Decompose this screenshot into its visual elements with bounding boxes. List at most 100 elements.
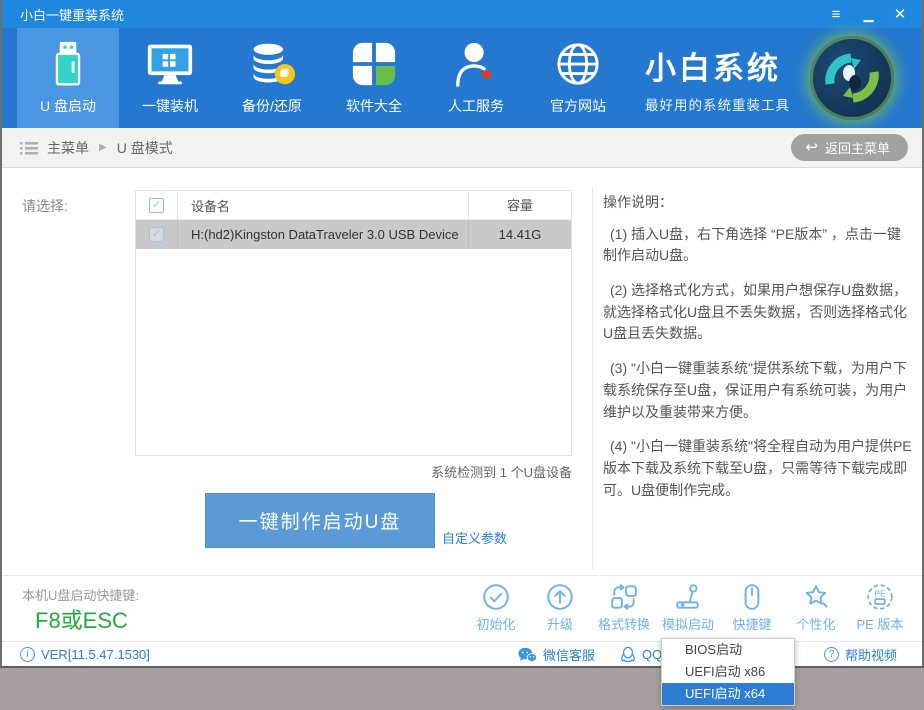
row-checkbox-cell: ✓ (136, 220, 178, 249)
wechat-support-link[interactable]: 微信客服 (518, 642, 595, 667)
menu-icon[interactable]: ≡ (828, 7, 844, 22)
svg-text:PE: PE (874, 588, 886, 598)
device-checkbox[interactable]: ✓ (149, 227, 164, 242)
boot-mode-popup: BIOS启动 UEFI启动 x86 UEFI启动 x64 (661, 638, 795, 706)
convert-icon (609, 582, 639, 612)
nav-item-software[interactable]: 软件大全 (323, 28, 425, 128)
main-content: 请选择: ✓ 设备名 容量 ✓ H:(hd2)Kingston DataTrav… (2, 168, 922, 575)
breadcrumb-current: U 盘模式 (117, 138, 173, 158)
usb-drive-icon (44, 40, 92, 88)
joystick-icon (673, 582, 703, 612)
tool-upgrade[interactable]: 升级 (532, 582, 588, 633)
tools-row: 初始化 升级 (468, 582, 908, 633)
breadcrumb-bar: 主菜单 ▶ U 盘模式 ↩ 返回主菜单 (2, 128, 922, 168)
device-table-header: ✓ 设备名 容量 (136, 191, 571, 220)
person-heart-icon (452, 40, 500, 88)
instruction-step: (1) 插入U盘，右下角选择 “PE版本” ，点击一键制作启动U盘。 (603, 224, 912, 267)
nav-label: 软件大全 (346, 96, 402, 116)
close-icon[interactable]: ✕ (892, 7, 908, 22)
screen: 小白一键重装系统 ≡ ▁ ✕ U 盘启动 (0, 0, 924, 710)
nav-label: 一键装机 (142, 96, 198, 116)
instruction-step: (3) "小白一键重装系统"提供系统下载，为用户下载系统保存至U盘，保证用户有系… (603, 358, 912, 423)
help-video-link[interactable]: ? 帮助视频 (824, 642, 897, 667)
popup-item-uefi-x64[interactable]: UEFI启动 x64 (662, 683, 794, 705)
nav-label: 人工服务 (448, 96, 504, 116)
up-arrow-circle-icon (545, 582, 575, 612)
nav-label: 备份/还原 (242, 96, 302, 116)
hotkey-value: F8或ESC (35, 603, 128, 635)
window-title: 小白一键重装系统 (20, 5, 124, 24)
app-window: 小白一键重装系统 ≡ ▁ ✕ U 盘启动 (0, 0, 924, 668)
tool-label: 初始化 (476, 614, 515, 633)
popup-item-bios[interactable]: BIOS启动 (662, 639, 794, 661)
version-info: i VER[11.5.47.1530] (20, 642, 150, 667)
tool-simulate-boot[interactable]: 模拟启动 (660, 582, 716, 633)
tool-label: 格式转换 (598, 614, 650, 633)
tool-label: 快捷键 (732, 614, 771, 633)
device-name-cell: H:(hd2)Kingston DataTraveler 3.0 USB Dev… (178, 227, 468, 242)
instruction-step: (4) "小白一键重装系统"将全程自动为用户提供PE版本下载及系统下载至U盘，只… (603, 436, 912, 501)
monitor-icon (146, 40, 194, 88)
tool-hotkey[interactable]: 快捷键 (724, 582, 780, 633)
tool-personalize[interactable]: 个性化 (788, 582, 844, 633)
check-circle-icon (481, 582, 511, 612)
tool-format-convert[interactable]: 格式转换 (596, 582, 652, 633)
qq-label: QQ (642, 647, 662, 662)
database-icon (248, 40, 296, 88)
bottom-toolbar: 本机U盘启动快捷键: F8或ESC 初始化 (2, 575, 922, 641)
nav-label: U 盘启动 (40, 96, 96, 116)
back-arrow-icon: ↩ (805, 140, 818, 155)
tool-label: 模拟启动 (662, 614, 714, 633)
device-table-row[interactable]: ✓ H:(hd2)Kingston DataTraveler 3.0 USB D… (136, 220, 571, 249)
make-boot-usb-button[interactable]: 一键制作启动U盘 (205, 493, 435, 548)
back-button-label: 返回主菜单 (825, 138, 890, 157)
titlebar: 小白一键重装系统 ≡ ▁ ✕ (2, 0, 922, 28)
select-all-checkbox[interactable]: ✓ (149, 198, 164, 213)
nav-item-support[interactable]: 人工服务 (425, 28, 527, 128)
nav-item-install[interactable]: 一键装机 (119, 28, 221, 128)
chevron-right-icon: ▶ (99, 142, 107, 153)
brand-logo-icon (810, 36, 894, 120)
wechat-icon (518, 647, 537, 663)
instruction-step: (2) 选择格式化方式，如果用户想保存U盘数据，就选择格式化U盘且不丢失数据，否… (603, 280, 912, 345)
help-label: 帮助视频 (845, 645, 897, 664)
usb-detect-status: 系统检测到 1 个U盘设备 (302, 462, 572, 481)
question-icon: ? (824, 647, 839, 662)
list-icon (20, 141, 38, 155)
version-text: VER[11.5.47.1530] (41, 647, 150, 662)
tool-pe-version[interactable]: PE PE 版本 (852, 582, 908, 633)
instructions-panel: 操作说明： (1) 插入U盘，右下角选择 “PE版本” ，点击一键制作启动U盘。… (603, 192, 912, 514)
tool-initialize[interactable]: 初始化 (468, 582, 524, 633)
device-name-header: 设备名 (178, 196, 468, 215)
info-icon: i (20, 647, 35, 662)
custom-params-link[interactable]: 自定义参数 (442, 528, 507, 547)
minimize-icon[interactable]: ▁ (860, 8, 876, 21)
nav-item-website[interactable]: 官方网站 (527, 28, 629, 128)
select-label: 请选择: (22, 196, 68, 216)
popup-item-uefi-x86[interactable]: UEFI启动 x86 (662, 661, 794, 683)
instructions-title: 操作说明： (603, 192, 912, 214)
qq-icon (620, 646, 636, 664)
section-divider (592, 186, 593, 570)
pe-badge-icon: PE (865, 582, 895, 612)
device-table: ✓ 设备名 容量 ✓ H:(hd2)Kingston DataTraveler … (135, 190, 572, 456)
nav-item-backup-restore[interactable]: 备份/还原 (221, 28, 323, 128)
tool-label: 个性化 (796, 614, 835, 633)
back-to-main-button[interactable]: ↩ 返回主菜单 (791, 134, 908, 161)
capacity-cell: 14.41G (468, 220, 571, 249)
brand-name: 小白系统 (645, 43, 781, 88)
globe-icon (554, 40, 602, 88)
capacity-header: 容量 (468, 191, 571, 219)
wechat-label: 微信客服 (543, 645, 595, 664)
nav-item-usb-boot[interactable]: U 盘启动 (17, 28, 119, 128)
qq-support-link[interactable]: QQ (620, 642, 662, 667)
brand-slogan: 最好用的系统重装工具 (645, 94, 790, 114)
breadcrumb-root[interactable]: 主菜单 (47, 138, 89, 158)
mouse-icon (737, 582, 767, 612)
tool-label: 升级 (547, 614, 573, 633)
nav-label: 官方网站 (550, 96, 606, 116)
header-checkbox-cell: ✓ (136, 191, 178, 219)
window-controls: ≡ ▁ ✕ (828, 7, 908, 22)
brand-block: 小白系统 最好用的系统重装工具 (645, 28, 790, 128)
star-icon (801, 582, 831, 612)
